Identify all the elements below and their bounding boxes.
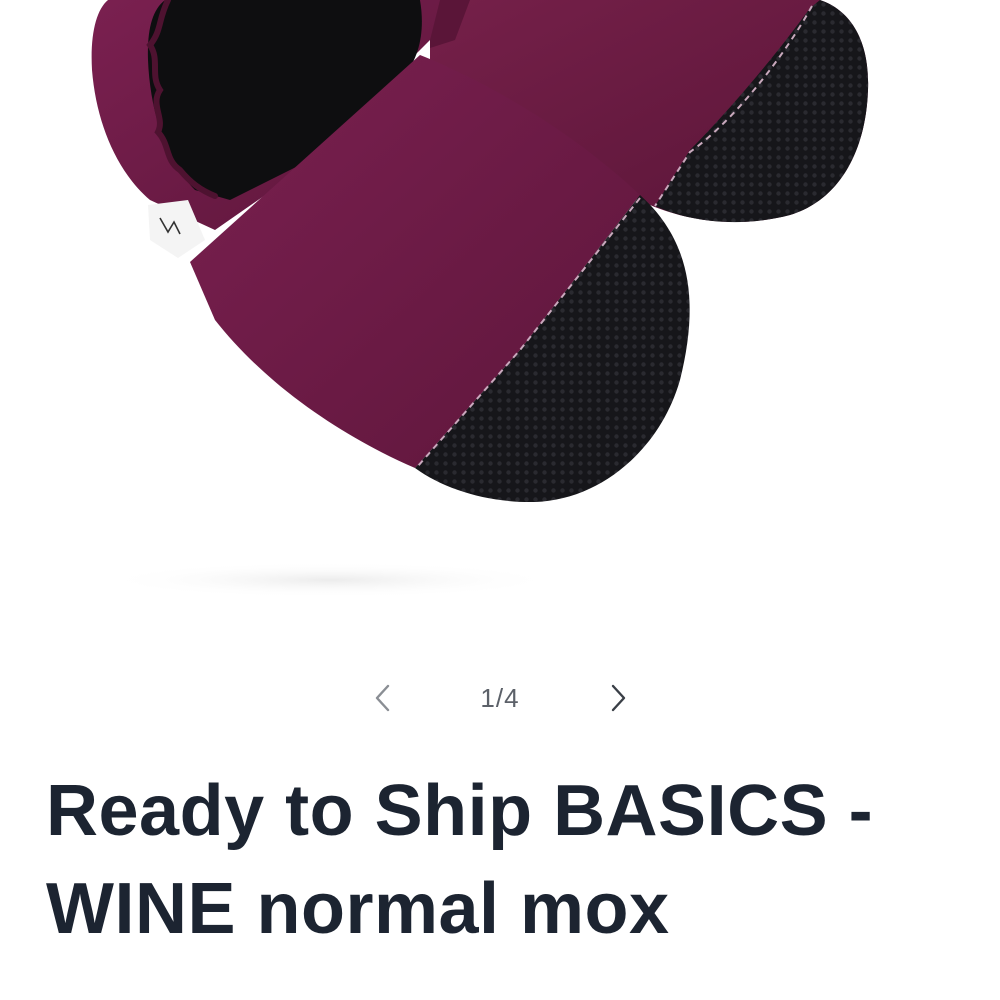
image-slider-controls: 1/4 (0, 668, 1000, 728)
chevron-left-icon (375, 684, 390, 712)
product-title: Ready to Ship BASICS - WINE normal mox (46, 771, 874, 949)
product-image[interactable] (0, 0, 1000, 640)
product-page: 1/4 Ready to Ship BASICS - WINE normal m… (0, 0, 1000, 1000)
previous-slide-button[interactable] (353, 668, 413, 728)
chevron-right-icon (611, 684, 626, 712)
next-slide-button[interactable] (588, 668, 648, 728)
shoe-illustration (91, 0, 869, 598)
slide-counter: 1/4 (480, 682, 520, 713)
